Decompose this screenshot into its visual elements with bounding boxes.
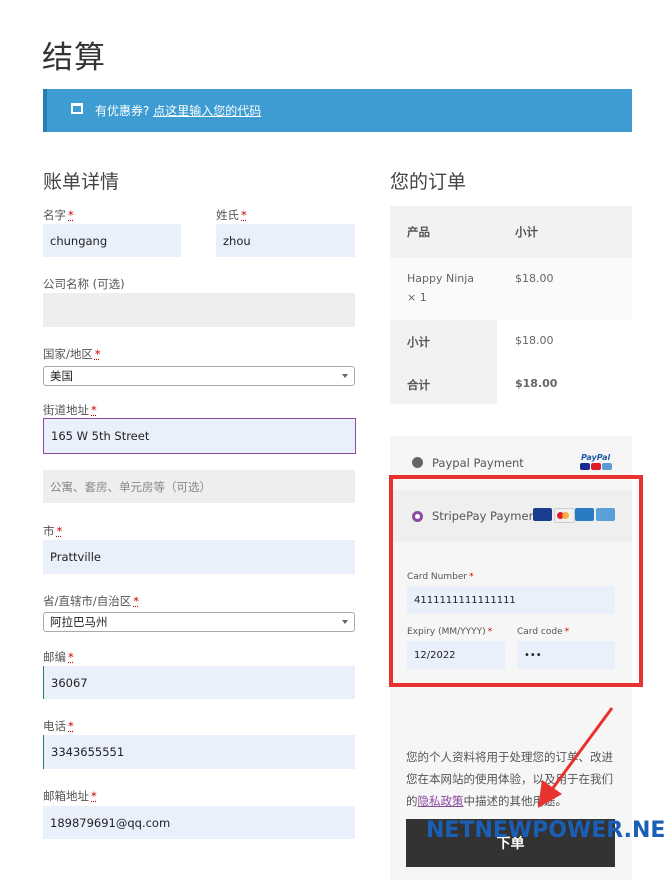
chevron-down-icon	[342, 620, 348, 624]
company-label: 公司名称 (可选)	[43, 277, 125, 291]
highlight-box	[389, 475, 643, 687]
last-name-input[interactable]: zhou	[216, 224, 355, 257]
paypal-radio[interactable]	[412, 457, 423, 468]
email-label: 邮箱地址 *	[43, 789, 97, 803]
street-input[interactable]: 165 W 5th Street	[43, 418, 356, 454]
coupon-notice: 有优惠券? 点这里输入您的代码	[43, 89, 632, 132]
phone-input[interactable]: 3343655551	[43, 735, 355, 769]
company-input[interactable]	[43, 293, 355, 327]
state-select[interactable]: 阿拉巴马州	[43, 612, 355, 632]
window-icon	[71, 103, 83, 114]
subtotal-value: $18.00	[515, 334, 554, 347]
col-subtotal: 小计	[515, 225, 538, 239]
privacy-link[interactable]: 隐私政策	[418, 794, 464, 808]
paypal-label: Paypal Payment	[432, 456, 524, 470]
first-name-input[interactable]: chungang	[43, 224, 181, 257]
street-label: 街道地址 *	[43, 403, 97, 417]
first-name-label: 名字 *	[43, 208, 74, 222]
coupon-prefix: 有优惠券?	[95, 104, 150, 118]
subtotal-label: 小计	[407, 335, 430, 349]
city-input[interactable]: Prattville	[43, 540, 355, 574]
paypal-logo-icon: PayPal	[580, 453, 614, 473]
street2-input[interactable]: 公寓、套房、单元房等（可选）	[43, 470, 355, 503]
postcode-label: 邮编 *	[43, 650, 74, 664]
email-input[interactable]: 189879691@qq.com	[43, 806, 355, 839]
total-label: 合计	[407, 378, 430, 392]
arrow-icon	[538, 707, 614, 808]
col-product: 产品	[407, 225, 430, 239]
page-title: 结算	[42, 40, 106, 76]
item-name: Happy Ninja	[407, 272, 475, 285]
city-label: 市 *	[43, 524, 63, 538]
watermark-text: NETNEWPOWER.NET	[426, 818, 665, 843]
phone-label: 电话 *	[43, 719, 74, 733]
order-heading: 您的订单	[390, 171, 467, 193]
last-name-label: 姓氏 *	[216, 208, 247, 222]
country-label: 国家/地区 *	[43, 347, 101, 361]
total-value: $18.00	[515, 377, 558, 390]
chevron-down-icon	[342, 374, 348, 378]
country-select[interactable]: 美国	[43, 366, 355, 386]
coupon-text: 有优惠券? 点这里输入您的代码	[95, 102, 261, 119]
coupon-link[interactable]: 点这里输入您的代码	[153, 104, 261, 118]
billing-heading: 账单详情	[43, 171, 120, 193]
order-item-row	[390, 258, 632, 320]
state-label: 省/直辖市/自治区 *	[43, 594, 139, 608]
item-qty: × 1	[407, 291, 427, 304]
item-price: $18.00	[515, 272, 554, 285]
postcode-input[interactable]: 36067	[43, 666, 355, 699]
state-value: 阿拉巴马州	[50, 615, 108, 629]
country-value: 美国	[50, 369, 73, 383]
